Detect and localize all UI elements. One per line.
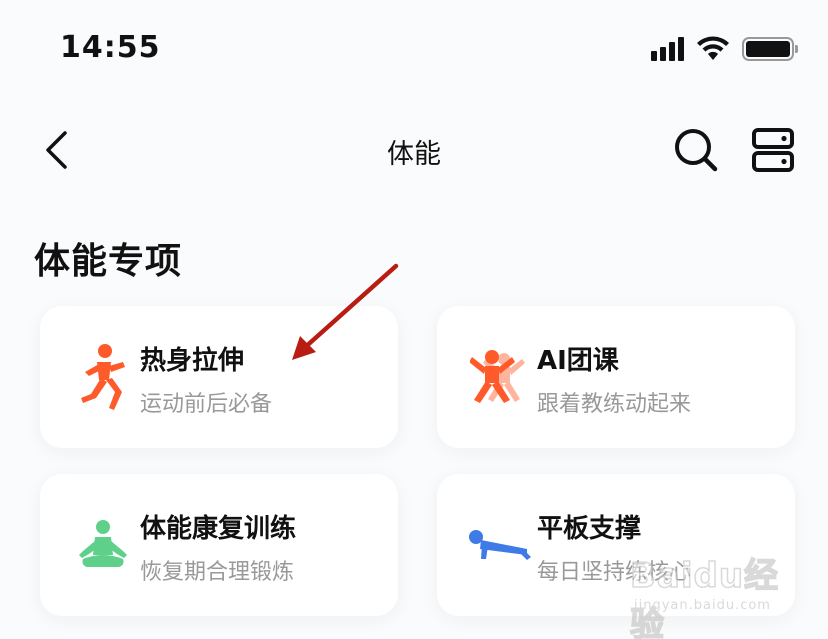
meditation-person-icon [66,508,140,582]
status-bar: 14:55 [0,0,828,100]
cellular-signal-icon [651,37,684,61]
plank-person-icon [463,508,537,582]
watermark-url: jingyan.baidu.com [634,598,771,613]
watermark-brand: Baidu经验 [629,555,780,639]
section-title: 体能专项 [34,241,183,282]
card-subtitle: 恢复期合理锻炼 [140,560,295,585]
card-ai-group-class[interactable]: AI团课 跟着教练动起来 [437,306,795,448]
search-icon [675,129,718,172]
baidu-watermark: Baidu经验 jingyan.baidu.com [629,548,800,639]
battery-icon [742,37,798,61]
card-rehab-training[interactable]: 体能康复训练 恢复期合理锻炼 [40,474,398,616]
status-time: 14:55 [60,30,161,65]
list-view-icon [752,128,794,172]
card-title: 热身拉伸 [140,346,245,376]
card-subtitle: 跟着教练动起来 [537,392,692,417]
navigation-bar: 体能 [0,110,828,190]
card-subtitle: 运动前后必备 [140,392,273,417]
card-warmup-stretch[interactable]: 热身拉伸 运动前后必备 [40,306,398,448]
card-title: 平板支撑 [537,514,642,544]
card-title: 体能康复训练 [140,514,297,544]
card-title: AI团课 [537,346,619,376]
list-view-button[interactable] [750,126,796,174]
search-button[interactable] [672,126,720,174]
status-icons [651,36,798,62]
jumping-person-icon [463,340,537,414]
wifi-icon [697,36,729,60]
running-person-icon [66,340,140,414]
